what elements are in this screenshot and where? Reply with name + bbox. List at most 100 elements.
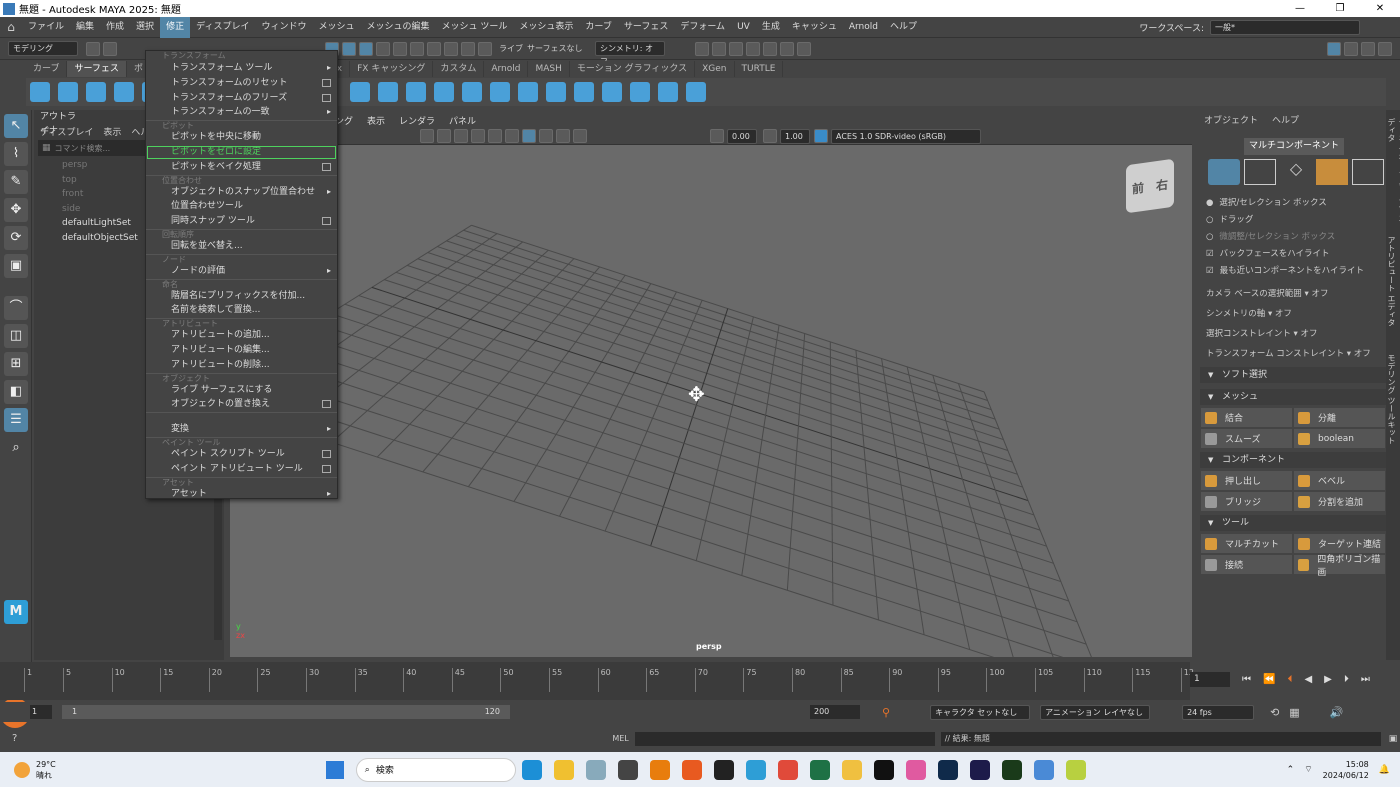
snap-point-icon[interactable] — [444, 41, 458, 56]
outliner-search-input[interactable]: コマンド検索... — [55, 143, 111, 154]
side-tab-2[interactable]: モデリング ツールキット — [1386, 354, 1397, 464]
modify-menu-item[interactable]: オブジェクトの置き換え — [146, 397, 337, 412]
toolkit-button[interactable]: 接続 — [1201, 555, 1292, 574]
select-option[interactable]: ○ ドラッグ — [1200, 212, 1386, 229]
birail-icon[interactable] — [462, 82, 482, 102]
script-lang-label[interactable]: MEL — [612, 734, 628, 743]
mode-dropdown[interactable]: モデリング — [8, 41, 78, 56]
modify-menu-item[interactable]: ピボットをゼロに設定 — [146, 145, 337, 160]
workspace-dropdown[interactable]: 一般* — [1210, 19, 1360, 35]
rp-menu-0[interactable]: オブジェクト — [1204, 113, 1258, 126]
shelf-tab-0[interactable]: カーブ — [26, 61, 68, 77]
outliner-menu-0[interactable]: ディスプレイ — [40, 125, 93, 138]
modify-menu-item[interactable]: 階層名にプリフィックスを付加... — [146, 289, 337, 304]
live-value[interactable]: サーフェスなし — [527, 43, 595, 54]
modify-menu-item[interactable]: アトリビュートの削除... — [146, 358, 337, 373]
dropdown-arrow-icon[interactable]: ▾ — [1291, 329, 1301, 339]
toolkit-button[interactable]: 結合 — [1201, 408, 1292, 427]
toolkit-button[interactable]: ターゲット連結 — [1294, 534, 1385, 553]
menu-16[interactable]: キャッシュ — [786, 17, 843, 38]
select-tool-icon[interactable]: ↖ — [4, 114, 28, 138]
option-row[interactable]: トランスフォーム コンストレイント ▾ オフ — [1200, 344, 1386, 364]
minimize-button[interactable]: — — [1280, 3, 1320, 14]
nurbs-sphere-icon[interactable] — [30, 82, 50, 102]
wireframe-icon[interactable] — [420, 129, 434, 143]
search-icon[interactable]: ⌕ — [4, 436, 28, 460]
shelf-tab-10[interactable]: モーション グラフィックス — [570, 61, 696, 77]
anim-layer-dropdown[interactable]: アニメーション レイヤなし — [1040, 704, 1151, 720]
modify-menu-item[interactable]: 同時スナップ ツール — [146, 214, 337, 229]
view-cube[interactable]: 前 右 — [1126, 158, 1174, 214]
shelf-tab-11[interactable]: XGen — [695, 61, 735, 77]
tool-settings-toggle-icon[interactable] — [1361, 41, 1375, 56]
render-settings-icon[interactable] — [746, 41, 760, 56]
option-row[interactable]: 選択コンストレイント ▾ オフ — [1200, 324, 1386, 344]
menu-18[interactable]: ヘルプ — [884, 17, 923, 38]
rebuild-icon[interactable] — [686, 82, 706, 102]
dropdown-arrow-icon[interactable]: ▾ — [1302, 289, 1312, 299]
menu-9[interactable]: メッシュ ツール — [436, 17, 514, 38]
ssao-icon[interactable] — [539, 129, 553, 143]
option-box-icon[interactable] — [322, 464, 331, 473]
modify-menu-item[interactable]: 回転を並べ替え... — [146, 239, 337, 254]
start-icon[interactable] — [325, 760, 344, 779]
outliner-menu-1[interactable]: 表示 — [103, 125, 121, 138]
rotate-tool-icon[interactable]: ⟳ — [4, 226, 28, 250]
motion-blur-icon[interactable] — [556, 129, 570, 143]
toolkit-button[interactable]: 押し出し — [1201, 471, 1292, 490]
shelf-tab-6[interactable]: FX キャッシング — [350, 61, 434, 77]
character-set-dropdown[interactable]: キャラクタ セットなし — [930, 704, 1031, 720]
option-row[interactable]: カメラ ベースの選択範囲 ▾ オフ — [1200, 284, 1386, 304]
nurbs-cone-icon[interactable] — [114, 82, 134, 102]
arnold-render-icon[interactable] — [780, 41, 794, 56]
modify-menu-item[interactable]: トランスフォームのリセット — [146, 76, 337, 91]
modify-menu-item[interactable]: 位置合わせツール — [146, 199, 337, 214]
radio-icon[interactable]: ○ — [1206, 232, 1213, 242]
highlight-checkbox[interactable]: ☑ バックフェースをハイライト — [1200, 246, 1386, 263]
revolve-icon[interactable] — [350, 82, 370, 102]
snap-surface-icon[interactable] — [478, 41, 492, 56]
preferences-icon[interactable]: ▦ — [1289, 706, 1299, 719]
lights-icon[interactable] — [471, 129, 485, 143]
square-icon[interactable] — [518, 82, 538, 102]
range-end-field[interactable]: 200 — [810, 705, 860, 719]
play-back-icon[interactable]: ◀ — [1304, 674, 1312, 685]
viewport-menu-3[interactable]: パネル — [449, 114, 476, 127]
command-input[interactable] — [634, 731, 935, 746]
move-tool-icon[interactable]: ✥ — [4, 198, 28, 222]
highlight-checkbox[interactable]: ☑ 最も近いコンポーネントをハイライト — [1200, 263, 1386, 280]
modify-menu-item[interactable]: ノードの評価 ▸ — [146, 264, 337, 279]
modify-menu-item[interactable]: ライブ サーフェスにする — [146, 383, 337, 398]
boundary-icon[interactable] — [490, 82, 510, 102]
layout-icon[interactable] — [1327, 41, 1341, 56]
outliner-layout-icon[interactable]: ☰ — [4, 408, 28, 432]
checkbox-icon[interactable]: ☑ — [1206, 249, 1214, 259]
four-view-icon[interactable]: ⊞ — [4, 352, 28, 376]
capcut-icon[interactable] — [873, 759, 894, 780]
notification-icon[interactable]: 🔔 — [1379, 765, 1390, 775]
toolkit-button[interactable]: boolean — [1294, 429, 1385, 448]
photos-icon[interactable] — [905, 759, 926, 780]
menu-5[interactable]: ディスプレイ — [190, 17, 255, 38]
new-scene-icon[interactable] — [86, 41, 100, 56]
planar-icon[interactable] — [406, 82, 426, 102]
range-start-field[interactable]: 1 — [30, 705, 52, 719]
soft-select-section[interactable]: ソフト選択 — [1200, 367, 1386, 383]
shelf-tab-1[interactable]: サーフェス — [67, 61, 127, 77]
blender-icon[interactable] — [649, 759, 670, 780]
modify-menu-item[interactable]: トランスフォーム ツール ▸ — [146, 61, 337, 76]
modify-menu-item[interactable]: トランスフォームのフリーズ — [146, 91, 337, 106]
multicomponent-button[interactable]: マルチコンポーネント — [1244, 138, 1344, 155]
snap-grid-icon[interactable] — [410, 41, 424, 56]
modify-menu-item[interactable]: アセット ▸ — [146, 487, 337, 502]
extrude-icon[interactable] — [434, 82, 454, 102]
side-tab-1[interactable]: アトリビュート エディタ — [1386, 236, 1397, 346]
menu-17[interactable]: Arnold — [843, 17, 884, 38]
edge-icon[interactable] — [521, 759, 542, 780]
option-box-icon[interactable] — [322, 93, 331, 102]
menu-0[interactable]: ファイル — [22, 17, 70, 38]
select-object-icon[interactable] — [342, 41, 356, 56]
lock-icon[interactable] — [393, 41, 407, 56]
symmetry-dropdown[interactable]: シンメトリ: オフ — [595, 41, 665, 66]
modify-menu-item[interactable]: ピボットを中央に移動 — [146, 130, 337, 145]
